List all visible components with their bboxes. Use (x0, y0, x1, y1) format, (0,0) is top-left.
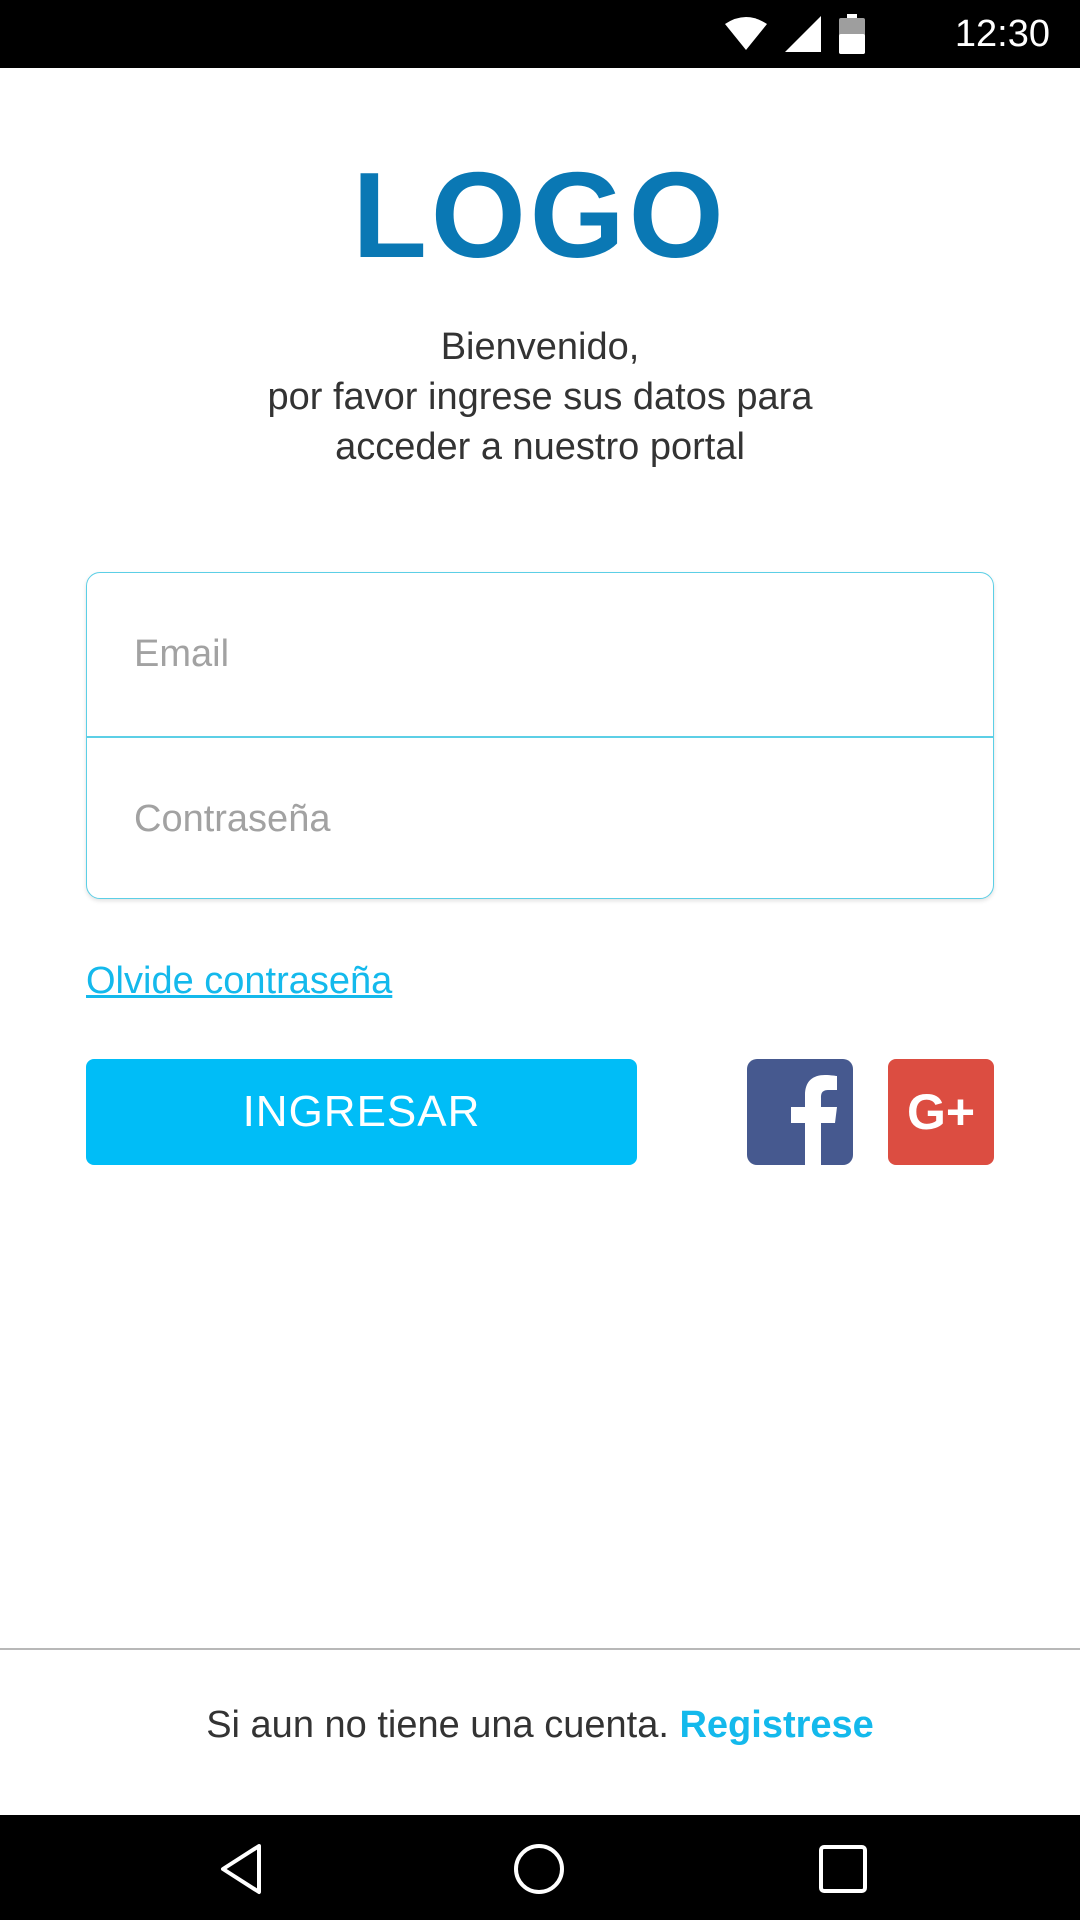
login-form (86, 572, 994, 899)
recents-icon[interactable] (816, 1842, 870, 1896)
status-bar: 12:30 (0, 0, 1080, 68)
status-icons (725, 14, 865, 54)
logo: LOGO (352, 147, 728, 283)
welcome-line-1: Bienvenido, (440, 326, 640, 368)
google-plus-login-button[interactable]: G+ (888, 1059, 994, 1165)
facebook-login-button[interactable] (747, 1059, 853, 1165)
login-screen: 12:30 LOGO Bienvenido, por favor ingrese… (0, 0, 1080, 1920)
login-button[interactable]: INGRESAR (86, 1059, 637, 1165)
forgot-password-link[interactable]: Olvide contraseña (86, 960, 392, 1003)
signup-link[interactable]: Registrese (679, 1704, 873, 1746)
status-time: 12:30 (954, 13, 1050, 55)
email-field[interactable] (87, 573, 993, 736)
wifi-icon (725, 17, 767, 50)
welcome-message: Bienvenido, por favor ingrese sus datos … (0, 322, 1080, 472)
password-field[interactable] (87, 737, 993, 898)
back-icon[interactable] (215, 1842, 269, 1896)
signal-icon (785, 16, 821, 52)
battery-icon (839, 14, 865, 54)
facebook-icon (791, 1075, 837, 1165)
welcome-line-3: acceder a nuestro portal (335, 426, 745, 468)
navigation-bar (0, 1815, 1080, 1920)
home-icon[interactable] (512, 1842, 566, 1896)
signup-prompt: Si aun no tiene una cuenta. Registrese (0, 1700, 1080, 1750)
google-plus-icon: G+ (906, 1084, 976, 1140)
welcome-line-2: por favor ingrese sus datos para (267, 376, 813, 418)
footer-divider (0, 1648, 1080, 1650)
signup-text: Si aun no tiene una cuenta. (206, 1704, 669, 1746)
